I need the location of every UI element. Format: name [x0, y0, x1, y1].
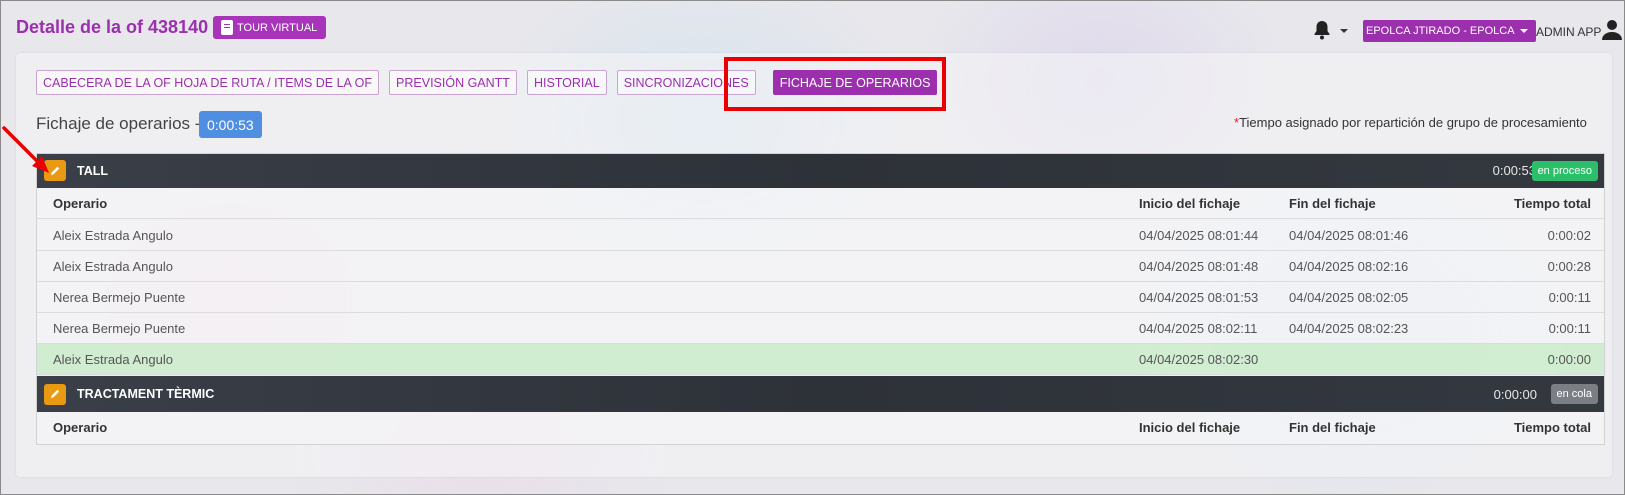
cell-operario: Nerea Bermejo Puente — [53, 290, 186, 305]
book-icon — [221, 20, 233, 35]
cell-fin: 04/04/2025 08:02:23 — [1289, 321, 1409, 336]
status-badge: en proceso — [1531, 160, 1598, 181]
notifications-caret-icon[interactable] — [1340, 29, 1348, 33]
annotation-highlight-box — [724, 57, 946, 111]
column-header-operario: Operario — [53, 196, 108, 211]
cell-operario: Aleix Estrada Angulo — [53, 259, 173, 274]
table-header-row: Operario Inicio del fichaje Fin del fich… — [36, 188, 1605, 219]
company-selector[interactable]: EPOLCA JTIRADO - EPOLCA — [1363, 20, 1536, 42]
table-row-in-progress: Aleix Estrada Angulo 04/04/2025 08:02:30… — [36, 344, 1605, 375]
group-header-tractament-termic: TRACTAMENT TÈRMIC 0:00:00 en cola — [36, 376, 1605, 412]
column-header-total: Tiempo total — [1513, 196, 1591, 211]
top-bar: Detalle de la of 438140 TOUR VIRTUAL EPO… — [1, 1, 1625, 53]
user-icon[interactable] — [1602, 19, 1622, 41]
column-header-inicio: Inicio del fichaje — [1139, 420, 1241, 435]
table-header-row: Operario Inicio del fichaje Fin del fich… — [36, 412, 1605, 445]
table-row: Aleix Estrada Angulo 04/04/2025 08:01:44… — [36, 220, 1605, 251]
company-label: EPOLCA JTIRADO - EPOLCA — [1366, 25, 1515, 37]
cell-fin: 04/04/2025 08:02:16 — [1289, 259, 1409, 274]
status-badge: en cola — [1550, 384, 1598, 404]
column-header-operario: Operario — [53, 420, 108, 435]
cell-inicio: 04/04/2025 08:01:48 — [1139, 259, 1259, 274]
cell-inicio: 04/04/2025 08:01:44 — [1139, 228, 1259, 243]
edit-button[interactable] — [44, 383, 66, 405]
table-row: Nerea Bermejo Puente 04/04/2025 08:01:53… — [36, 282, 1605, 313]
table-row: Nerea Bermejo Puente 04/04/2025 08:02:11… — [36, 313, 1605, 344]
cell-inicio: 04/04/2025 08:02:11 — [1139, 321, 1258, 336]
group-time: 0:00:53 — [1492, 163, 1536, 178]
total-time-badge: 0:00:53 — [199, 111, 262, 138]
cell-operario: Nerea Bermejo Puente — [53, 321, 186, 336]
tab-prevision-gantt[interactable]: PREVISIÓN GANTT — [389, 70, 517, 95]
annotation-arrow-icon — [2, 126, 49, 173]
cell-inicio: 04/04/2025 08:02:30 — [1139, 352, 1259, 367]
cell-operario: Aleix Estrada Angulo — [53, 228, 173, 243]
tour-virtual-label: TOUR VIRTUAL — [237, 21, 318, 34]
cell-total: 0:00:28 — [1547, 259, 1591, 274]
cell-total: 0:00:00 — [1547, 352, 1591, 367]
group-time: 0:00:00 — [1493, 386, 1537, 402]
cell-fin: 04/04/2025 08:02:05 — [1289, 290, 1409, 305]
cell-total: 0:00:11 — [1548, 290, 1591, 305]
pencil-icon — [51, 389, 60, 398]
cell-total: 0:00:11 — [1548, 321, 1591, 336]
chevron-down-icon — [1519, 29, 1528, 33]
group-name: TRACTAMENT TÈRMIC — [77, 387, 215, 401]
tour-virtual-button[interactable]: TOUR VIRTUAL — [213, 16, 327, 39]
group-header-tall: TALL 0:00:53 en proceso — [36, 153, 1605, 188]
table-row: Aleix Estrada Angulo 04/04/2025 08:01:48… — [36, 251, 1605, 282]
cell-total: 0:00:02 — [1547, 228, 1591, 243]
column-header-total: Tiempo total — [1513, 420, 1591, 435]
cell-inicio: 04/04/2025 08:01:53 — [1139, 290, 1259, 305]
cell-fin: 04/04/2025 08:01:46 — [1289, 228, 1409, 243]
column-header-fin: Fin del fichaje — [1289, 420, 1376, 435]
page-title: Detalle de la of 438140 — [16, 17, 209, 37]
bell-icon[interactable] — [1313, 20, 1331, 40]
column-header-fin: Fin del fichaje — [1289, 196, 1376, 211]
tab-cabecera[interactable]: CABECERA DE LA OF HOJA DE RUTA / ITEMS D… — [36, 70, 380, 95]
column-header-inicio: Inicio del fichaje — [1139, 196, 1241, 211]
note-text: Tiempo asignado por repartición de grupo… — [1239, 115, 1587, 130]
user-name[interactable]: ADMIN APP — [1536, 25, 1601, 39]
group-name: TALL — [77, 163, 109, 178]
tab-historial[interactable]: HISTORIAL — [526, 70, 607, 95]
cell-operario: Aleix Estrada Angulo — [53, 352, 173, 367]
assignment-note: *Tiempo asignado por repartición de grup… — [1234, 115, 1587, 130]
